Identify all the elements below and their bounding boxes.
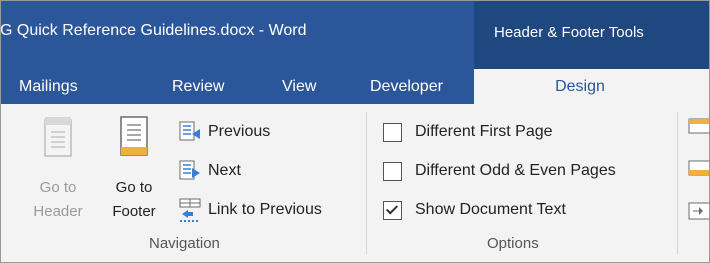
checkbox-box [383, 161, 402, 181]
tab-developer[interactable]: Developer [370, 69, 443, 104]
go-to-footer-label-line1: Go to [115, 179, 153, 196]
contextual-group-label: Header & Footer Tools [494, 24, 644, 41]
group-divider [677, 112, 678, 254]
contextual-tab-group-header: Header & Footer Tools [474, 0, 710, 69]
previous-label: Previous [208, 123, 271, 140]
different-first-page-checkbox[interactable]: Different First Page [383, 119, 553, 145]
different-odd-even-label: Different Odd & Even Pages [415, 162, 616, 179]
tab-view[interactable]: View [282, 69, 316, 104]
go-to-header-button[interactable]: Go to Header [33, 114, 83, 226]
link-to-previous-label: Link to Previous [208, 201, 322, 218]
checkbox-box [383, 122, 402, 142]
previous-section-button[interactable]: Previous [178, 119, 270, 145]
tab-review[interactable]: Review [172, 69, 224, 104]
next-section-icon [179, 160, 200, 180]
navigation-group-label: Navigation [149, 235, 220, 252]
go-to-header-label-line1: Go to [39, 179, 77, 196]
tab-design[interactable]: Design [474, 69, 710, 104]
checkbox-box [383, 200, 402, 220]
tab-mailings[interactable]: Mailings [19, 69, 78, 104]
page-footer-icon [120, 116, 148, 156]
different-first-page-label: Different First Page [415, 123, 553, 140]
next-label: Next [208, 162, 241, 179]
page-header-icon [44, 117, 72, 157]
options-group-label: Options [487, 235, 539, 252]
group-divider [366, 112, 367, 254]
link-to-previous-button[interactable]: Link to Previous [178, 197, 322, 223]
show-document-text-label: Show Document Text [415, 201, 566, 218]
different-odd-even-checkbox[interactable]: Different Odd & Even Pages [383, 158, 616, 184]
go-to-header-label-line2: Header [33, 203, 83, 220]
window-title: G Quick Reference Guidelines.docx - Word [0, 22, 307, 39]
check-mark-icon [385, 201, 399, 215]
go-to-footer-button[interactable]: Go to Footer [108, 114, 160, 226]
next-section-button[interactable]: Next [178, 158, 241, 184]
show-document-text-checkbox[interactable]: Show Document Text [383, 197, 566, 223]
previous-section-icon [179, 121, 200, 141]
go-to-footer-label-line2: Footer [112, 203, 156, 220]
position-group-icons [688, 118, 710, 220]
link-to-previous-icon [179, 198, 201, 222]
